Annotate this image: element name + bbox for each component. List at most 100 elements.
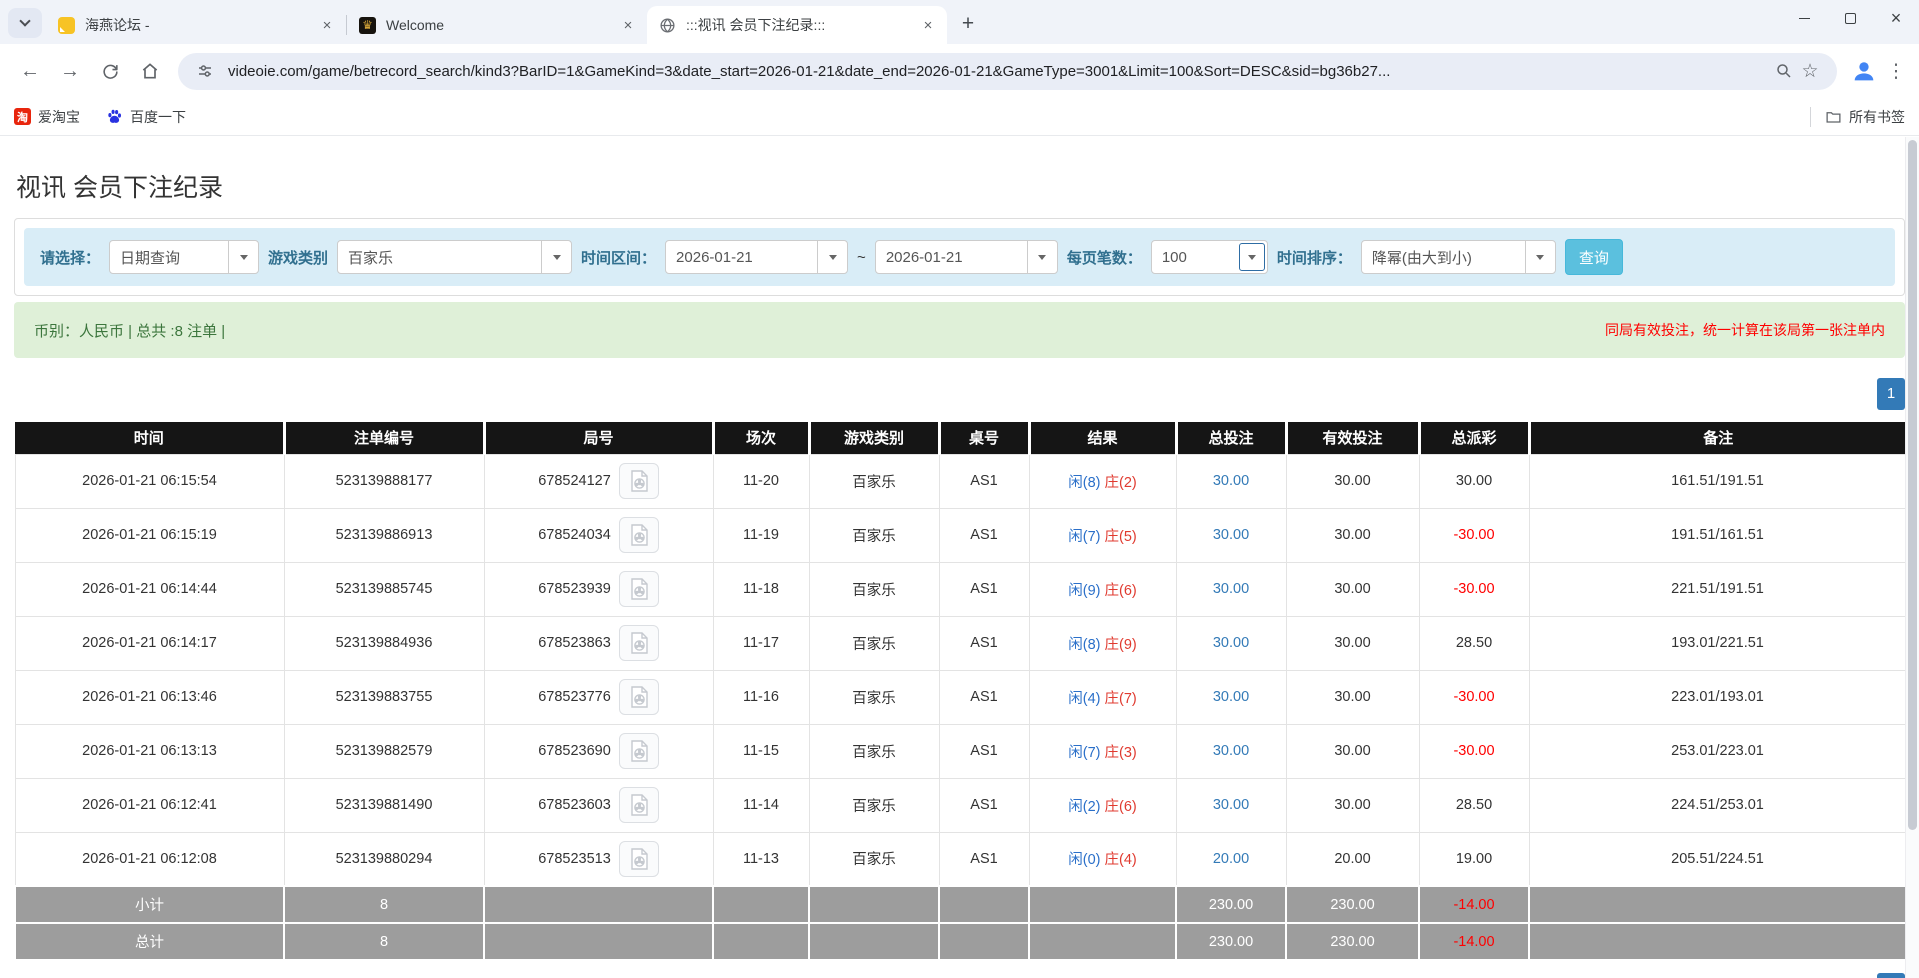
sort-select[interactable]: 降幂(由大到小) (1361, 240, 1556, 274)
chevron-down-icon[interactable] (1239, 243, 1265, 271)
video-replay-button[interactable] (619, 517, 659, 553)
cell-total-bet[interactable]: 30.00 (1176, 778, 1286, 832)
chevron-down-icon[interactable] (541, 241, 571, 273)
cell-total-bet[interactable]: 30.00 (1176, 562, 1286, 616)
per-page-label: 每页笔数： (1067, 247, 1142, 268)
subtotal-payout: -14.00 (1419, 886, 1529, 923)
video-replay-button[interactable] (619, 679, 659, 715)
page-number-button[interactable]: 1 (1877, 378, 1905, 410)
table-row: 2026-01-21 06:14:17 523139884936 6785238… (15, 616, 1906, 670)
maximize-button[interactable] (1827, 0, 1873, 36)
table-row: 2026-01-21 06:14:44 523139885745 6785239… (15, 562, 1906, 616)
cell-round-id: 678523776 (484, 670, 713, 724)
cell-time: 2026-01-21 06:15:54 (15, 454, 284, 508)
baidu-paw-icon (106, 108, 123, 125)
result-player: 闲(4) (1068, 691, 1100, 707)
search-button[interactable]: 查询 (1565, 239, 1623, 275)
cell-total-bet[interactable]: 30.00 (1176, 454, 1286, 508)
cell-bet-id: 523139881490 (284, 778, 484, 832)
minimize-button[interactable] (1781, 0, 1827, 36)
bookmark-taobao[interactable]: 淘 爱淘宝 (14, 107, 80, 127)
total-count: 8 (284, 923, 484, 960)
query-type-select[interactable]: 日期查询 (109, 240, 259, 274)
cell-note: 224.51/253.01 (1529, 778, 1906, 832)
url-text[interactable]: videoie.com/game/betrecord_search/kind3?… (228, 63, 1771, 80)
all-bookmarks-label[interactable]: 所有书签 (1849, 107, 1905, 127)
back-button[interactable]: ← (13, 54, 47, 88)
video-replay-button[interactable] (619, 841, 659, 877)
cell-bet-id: 523139885745 (284, 562, 484, 616)
cell-note: 221.51/191.51 (1529, 562, 1906, 616)
tab-betrecord[interactable]: :::视讯 会员下注纪录::: × (647, 6, 947, 44)
header-bet-id: 注单编号 (284, 422, 484, 454)
chevron-down-icon[interactable] (1525, 241, 1555, 273)
cell-total-bet[interactable]: 20.00 (1176, 832, 1286, 886)
cell-total-bet[interactable]: 30.00 (1176, 616, 1286, 670)
bookmark-star-icon[interactable]: ☆ (1797, 60, 1823, 83)
table-row: 2026-01-21 06:12:41 523139881490 6785236… (15, 778, 1906, 832)
page-number-button[interactable]: 1 (1877, 973, 1905, 978)
scrollbar-thumb[interactable] (1908, 140, 1917, 830)
cell-round-id: 678523863 (484, 616, 713, 670)
cell-time: 2026-01-21 06:12:41 (15, 778, 284, 832)
date-start-input[interactable]: 2026-01-21 (665, 240, 848, 274)
info-bar: 币别：人民币 | 总共 :8 注单 | 同局有效投注，统一计算在该局第一张注单内 (14, 302, 1905, 358)
total-valid-bet: 230.00 (1286, 923, 1419, 960)
date-end-input[interactable]: 2026-01-21 (875, 240, 1058, 274)
forward-button[interactable]: → (53, 54, 87, 88)
reload-icon (101, 62, 120, 81)
close-icon[interactable]: × (318, 16, 336, 34)
cell-note: 161.51/191.51 (1529, 454, 1906, 508)
address-bar[interactable]: videoie.com/game/betrecord_search/kind3?… (178, 53, 1837, 90)
tab-haiyan-forum[interactable]: 海燕论坛 - × (46, 6, 346, 44)
per-page-select[interactable]: 100 (1151, 240, 1268, 274)
taobao-icon: 淘 (14, 108, 31, 125)
filter-bar: 请选择： 日期查询 游戏类别 百家乐 时间区间： 2026-01-21 ~ 20… (24, 228, 1895, 286)
pagination-bottom: 1 (14, 973, 1905, 978)
cell-result: 闲(7) 庄(5) (1029, 508, 1176, 562)
profile-avatar[interactable] (1849, 56, 1879, 86)
page-scrollbar[interactable] (1905, 137, 1919, 978)
result-player: 闲(2) (1068, 799, 1100, 815)
reload-button[interactable] (93, 54, 127, 88)
site-info-icon[interactable] (192, 62, 218, 80)
tab-search-button[interactable] (8, 8, 42, 38)
video-replay-button[interactable] (619, 787, 659, 823)
game-kind-select[interactable]: 百家乐 (337, 240, 572, 274)
tab-strip: 海燕论坛 - × ♛ Welcome × :::视讯 会员下注纪录::: × +… (0, 0, 1919, 44)
close-window-button[interactable]: × (1873, 0, 1919, 36)
browser-toolbar: ← → videoie.com/game/betrecord_search/ki… (0, 44, 1919, 98)
new-tab-button[interactable]: + (953, 9, 983, 39)
cell-total-bet[interactable]: 30.00 (1176, 724, 1286, 778)
video-replay-button[interactable] (619, 571, 659, 607)
table-row: 2026-01-21 06:13:13 523139882579 6785236… (15, 724, 1906, 778)
video-replay-button[interactable] (619, 625, 659, 661)
film-document-icon (628, 739, 650, 763)
chevron-down-icon[interactable] (228, 241, 258, 273)
chevron-down-icon[interactable] (1027, 241, 1057, 273)
zoom-icon[interactable] (1771, 62, 1797, 80)
cell-bet-id: 523139886913 (284, 508, 484, 562)
cell-round-id: 678524127 (484, 454, 713, 508)
browser-menu-button[interactable]: ⋮ (1883, 60, 1909, 83)
result-player: 闲(9) (1068, 583, 1100, 599)
home-button[interactable] (133, 54, 167, 88)
subtotal-row: 小计 8 230.00 230.00 -14.00 (15, 886, 1906, 923)
video-replay-button[interactable] (619, 463, 659, 499)
result-banker: 庄(9) (1105, 637, 1137, 653)
close-icon[interactable]: × (619, 16, 637, 34)
tab-welcome[interactable]: ♛ Welcome × (347, 6, 647, 44)
query-type-value: 日期查询 (110, 247, 228, 268)
cell-session: 11-13 (713, 832, 809, 886)
cell-total-bet[interactable]: 30.00 (1176, 508, 1286, 562)
cell-total-bet[interactable]: 30.00 (1176, 670, 1286, 724)
cell-session: 11-15 (713, 724, 809, 778)
bookmark-baidu[interactable]: 百度一下 (106, 107, 186, 127)
close-icon[interactable]: × (919, 16, 937, 34)
round-id-text: 678523603 (538, 797, 611, 813)
cell-result: 闲(2) 庄(6) (1029, 778, 1176, 832)
video-replay-button[interactable] (619, 733, 659, 769)
chevron-down-icon[interactable] (817, 241, 847, 273)
table-body: 2026-01-21 06:15:54 523139888177 6785241… (15, 454, 1906, 886)
cell-round-id: 678523513 (484, 832, 713, 886)
